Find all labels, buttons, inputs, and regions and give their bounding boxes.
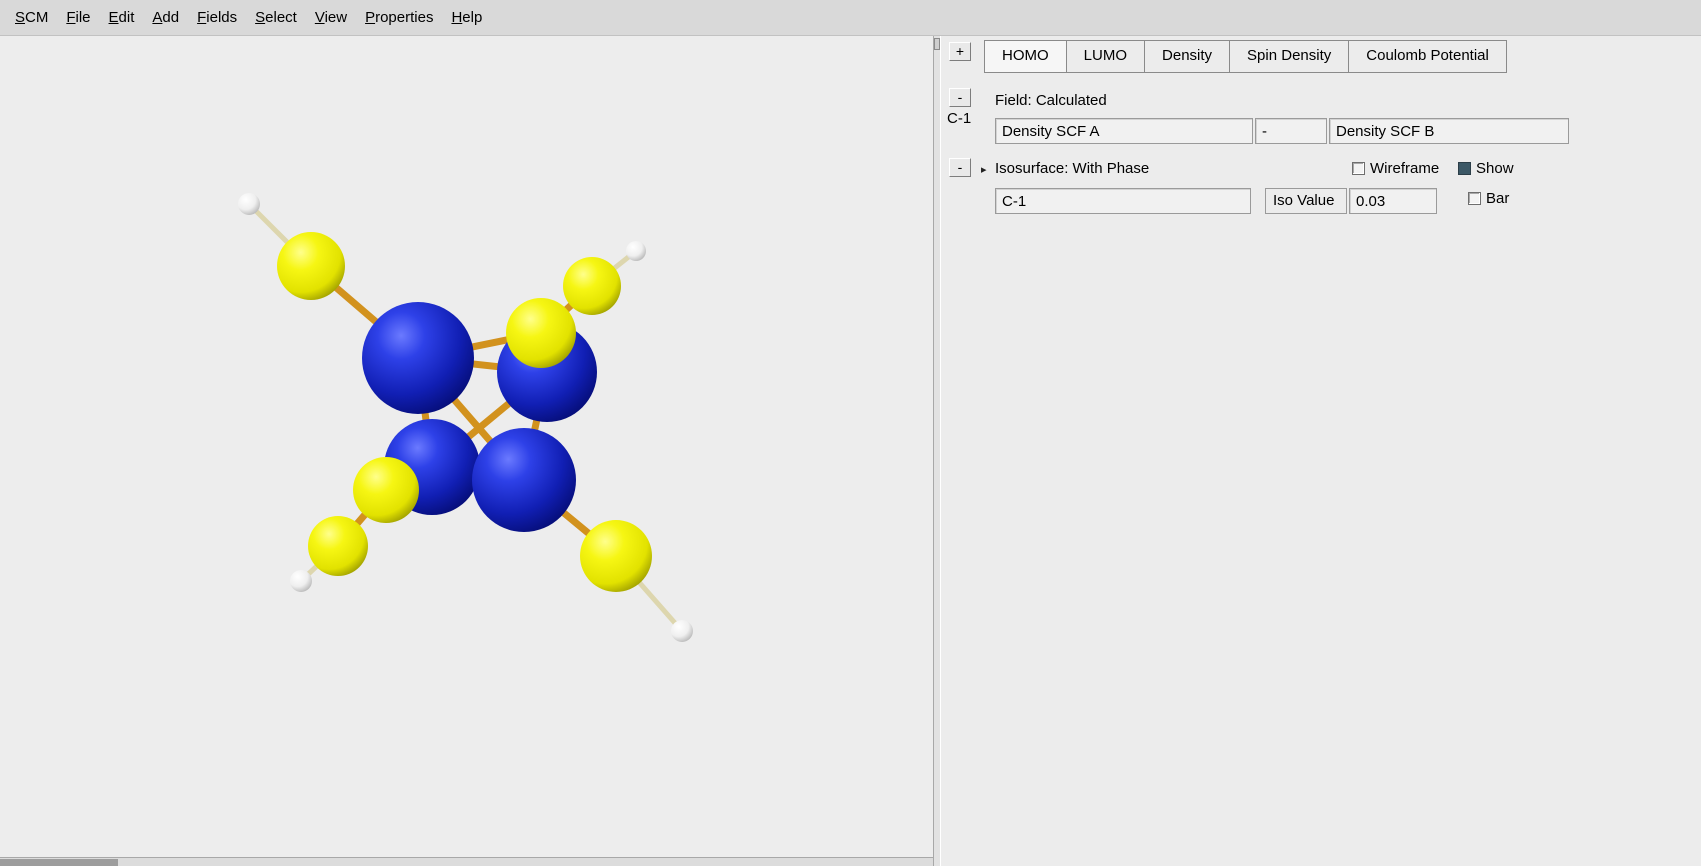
field-tabs: HOMO LUMO Density Spin Density Coulomb P… — [984, 40, 1507, 73]
menu-properties[interactable]: Properties — [356, 4, 442, 31]
wireframe-label: Wireframe — [1370, 160, 1440, 177]
atom-yellow[interactable] — [277, 232, 345, 300]
atom-yellow[interactable] — [308, 516, 368, 576]
tab-density[interactable]: Density — [1144, 40, 1231, 73]
density-scf-a-input[interactable] — [995, 118, 1253, 144]
tab-spin-density[interactable]: Spin Density — [1229, 40, 1350, 73]
horizontal-scrollbar[interactable] — [0, 857, 933, 866]
atom-white[interactable] — [238, 193, 260, 215]
field-section-title: Field: Calculated — [995, 92, 1107, 109]
menu-scm[interactable]: SCM — [6, 4, 57, 31]
molecule-svg[interactable] — [0, 36, 933, 866]
density-scf-b-input[interactable] — [1329, 118, 1569, 144]
add-field-button[interactable]: + — [949, 42, 971, 61]
isosurface-section-title: Isosurface: With Phase — [995, 160, 1150, 177]
fields-panel: + HOMO LUMO Density Spin Density Coulomb… — [941, 36, 1701, 866]
expander-arrow-icon[interactable]: ▸ — [981, 163, 987, 176]
atom-white[interactable] — [290, 570, 312, 592]
menu-add[interactable]: Add — [143, 4, 188, 31]
atom-yellow[interactable] — [563, 257, 621, 315]
atom-yellow[interactable] — [353, 457, 419, 523]
menu-edit[interactable]: Edit — [100, 4, 144, 31]
menu-file[interactable]: File — [57, 4, 99, 31]
collapse-isosurface-button[interactable]: - — [949, 158, 971, 177]
atom-yellow[interactable] — [506, 298, 576, 368]
atom-blue[interactable] — [362, 302, 474, 414]
tab-homo[interactable]: HOMO — [984, 40, 1067, 73]
atom-white[interactable] — [626, 241, 646, 261]
field-operator-input[interactable] — [1255, 118, 1327, 144]
atom-yellow[interactable] — [580, 520, 652, 592]
tab-coulomb-potential[interactable]: Coulomb Potential — [1348, 40, 1507, 73]
horizontal-scrollbar-thumb[interactable] — [0, 859, 118, 866]
bar-checkbox[interactable] — [1468, 192, 1481, 205]
tab-lumo[interactable]: LUMO — [1065, 40, 1146, 73]
molecule-viewport[interactable] — [0, 36, 933, 866]
collapse-field-button[interactable]: - — [949, 88, 971, 107]
panel-splitter[interactable] — [933, 36, 941, 866]
splitter-grip-icon[interactable] — [934, 38, 940, 50]
atom-white[interactable] — [671, 620, 693, 642]
isosurface-name-input[interactable] — [995, 188, 1251, 214]
menu-fields[interactable]: Fields — [188, 4, 246, 31]
iso-value-menu-button[interactable]: Iso Value — [1265, 188, 1347, 214]
menu-help[interactable]: Help — [442, 4, 491, 31]
field-row-id: C-1 — [947, 110, 972, 127]
bar-checkbox-row[interactable]: Bar — [1468, 190, 1509, 207]
show-checkbox[interactable] — [1458, 162, 1471, 175]
wireframe-checkbox[interactable] — [1352, 162, 1365, 175]
menu-select[interactable]: Select — [246, 4, 306, 31]
app-window: SCM File Edit Add Fields Select View Pro… — [0, 0, 1701, 866]
menu-view[interactable]: View — [306, 4, 356, 31]
show-label: Show — [1476, 160, 1514, 177]
menu-bar: SCM File Edit Add Fields Select View Pro… — [0, 0, 1701, 36]
show-checkbox-row[interactable]: Show — [1458, 160, 1514, 177]
wireframe-checkbox-row[interactable]: Wireframe — [1352, 160, 1439, 177]
atom-blue[interactable] — [472, 428, 576, 532]
bar-label: Bar — [1486, 190, 1510, 207]
iso-value-input[interactable] — [1349, 188, 1437, 214]
